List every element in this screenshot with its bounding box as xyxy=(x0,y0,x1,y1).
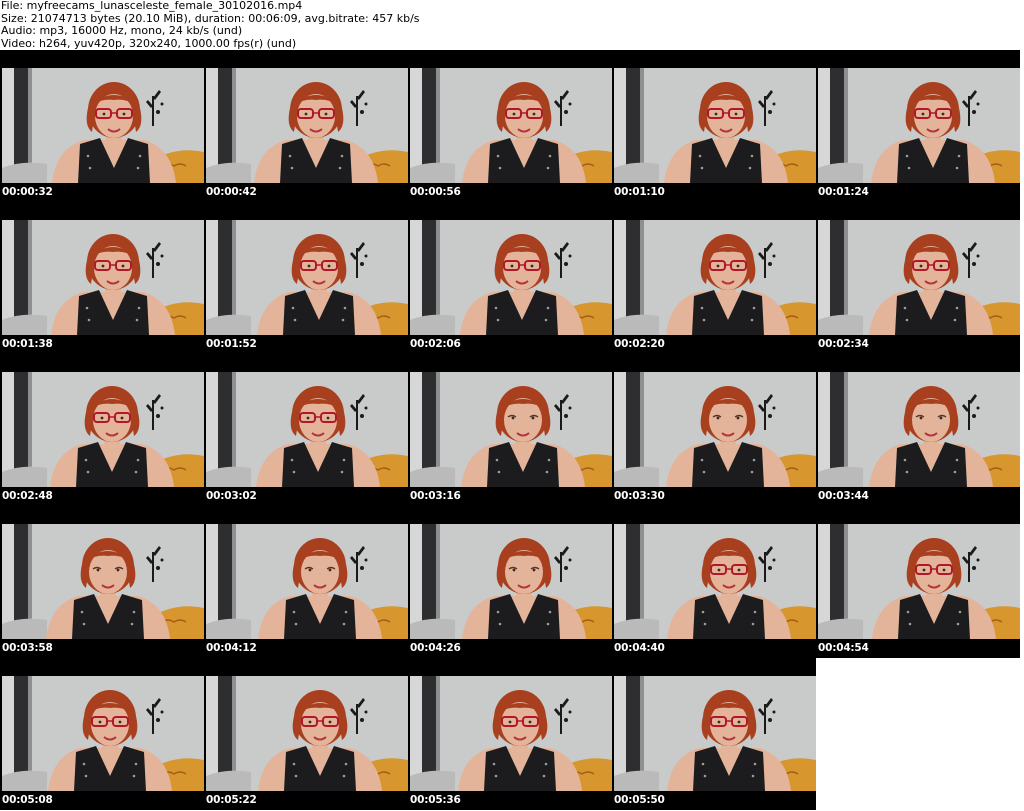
video-frame-thumbnail xyxy=(818,68,1020,183)
frame-timestamp: 00:03:44 xyxy=(818,490,869,502)
video-frame-thumbnail xyxy=(614,372,816,487)
frame-timestamp: 00:03:58 xyxy=(2,642,53,654)
video-frame-thumbnail xyxy=(614,524,816,639)
frame-timestamp: 00:00:56 xyxy=(410,186,461,198)
frame-timestamp: 00:05:08 xyxy=(2,794,53,806)
frame-timestamp: 00:01:38 xyxy=(2,338,53,350)
thumbnail-cell: 00:03:16 xyxy=(408,354,612,506)
file-name-line: File: myfreecams_lunasceleste_female_301… xyxy=(1,0,303,12)
thumbnail-cell: 00:03:44 xyxy=(816,354,1020,506)
video-frame-thumbnail xyxy=(614,68,816,183)
video-frame-thumbnail xyxy=(206,220,408,335)
video-frame-thumbnail xyxy=(2,372,204,487)
video-frame-thumbnail xyxy=(206,676,408,791)
thumbnail-cell: 00:01:52 xyxy=(204,202,408,354)
video-frame-thumbnail xyxy=(614,676,816,791)
frame-timestamp: 00:02:34 xyxy=(818,338,869,350)
thumbnail-cell: 00:04:40 xyxy=(612,506,816,658)
thumbnail-cell: 00:04:12 xyxy=(204,506,408,658)
thumbnail-cell: 00:04:54 xyxy=(816,506,1020,658)
frame-timestamp: 00:03:02 xyxy=(206,490,257,502)
thumbnail-cell: 00:02:48 xyxy=(0,354,204,506)
video-frame-thumbnail xyxy=(2,68,204,183)
frame-timestamp: 00:05:36 xyxy=(410,794,461,806)
thumbnail-cell: 00:02:34 xyxy=(816,202,1020,354)
video-frame-thumbnail xyxy=(2,220,204,335)
thumbnail-cell: 00:03:02 xyxy=(204,354,408,506)
video-frame-thumbnail xyxy=(2,524,204,639)
frame-timestamp: 00:02:20 xyxy=(614,338,665,350)
frame-timestamp: 00:01:24 xyxy=(818,186,869,198)
video-frame-thumbnail xyxy=(410,68,612,183)
frame-timestamp: 00:00:42 xyxy=(206,186,257,198)
thumbnail-cell: 00:01:38 xyxy=(0,202,204,354)
thumbnail-cell: 00:00:32 xyxy=(0,50,204,202)
video-info-line: Video: h264, yuv420p, 320x240, 1000.00 f… xyxy=(1,36,297,50)
frame-timestamp: 00:04:12 xyxy=(206,642,257,654)
frame-timestamp: 00:02:06 xyxy=(410,338,461,350)
frame-timestamp: 00:03:30 xyxy=(614,490,665,502)
video-frame-thumbnail xyxy=(818,524,1020,639)
frame-timestamp: 00:04:26 xyxy=(410,642,461,654)
video-frame-thumbnail xyxy=(614,220,816,335)
frame-timestamp: 00:03:16 xyxy=(410,490,461,502)
video-frame-thumbnail xyxy=(2,676,204,791)
video-frame-thumbnail xyxy=(818,372,1020,487)
thumbnail-cell: 00:02:20 xyxy=(612,202,816,354)
video-frame-thumbnail xyxy=(818,220,1020,335)
thumbnail-cell: 00:01:24 xyxy=(816,50,1020,202)
audio-info-line: Audio: mp3, 16000 Hz, mono, 24 kb/s (und… xyxy=(1,24,243,37)
thumbnail-cell: 00:05:50 xyxy=(612,658,816,810)
thumbnail-cell: 00:02:06 xyxy=(408,202,612,354)
thumbnail-cell: 00:04:26 xyxy=(408,506,612,658)
thumbnail-cell: 00:03:58 xyxy=(0,506,204,658)
frame-timestamp: 00:04:54 xyxy=(818,642,869,654)
thumbnail-grid: 00:00:32 00:00:42 00:00:56 00:01:10 00:0… xyxy=(0,50,1024,811)
video-frame-thumbnail xyxy=(410,524,612,639)
video-frame-thumbnail xyxy=(410,220,612,335)
video-frame-thumbnail xyxy=(410,676,612,791)
file-info-header: File: myfreecams_lunasceleste_female_301… xyxy=(0,0,1024,50)
video-frame-thumbnail xyxy=(206,524,408,639)
frame-timestamp: 00:02:48 xyxy=(2,490,53,502)
frame-timestamp: 00:05:50 xyxy=(614,794,665,806)
frame-timestamp: 00:01:10 xyxy=(614,186,665,198)
thumbnail-cell: 00:05:08 xyxy=(0,658,204,810)
frame-timestamp: 00:04:40 xyxy=(614,642,665,654)
thumbnail-cell: 00:00:56 xyxy=(408,50,612,202)
thumbnail-cell: 00:05:22 xyxy=(204,658,408,810)
thumbnail-cell: 00:00:42 xyxy=(204,50,408,202)
video-frame-thumbnail xyxy=(206,68,408,183)
frame-timestamp: 00:05:22 xyxy=(206,794,257,806)
thumbnail-cell: 00:01:10 xyxy=(612,50,816,202)
thumbnail-cell: 00:05:36 xyxy=(408,658,612,810)
frame-timestamp: 00:00:32 xyxy=(2,186,53,198)
video-frame-thumbnail xyxy=(410,372,612,487)
thumbnail-cell: 00:03:30 xyxy=(612,354,816,506)
frame-timestamp: 00:01:52 xyxy=(206,338,257,350)
video-frame-thumbnail xyxy=(206,372,408,487)
